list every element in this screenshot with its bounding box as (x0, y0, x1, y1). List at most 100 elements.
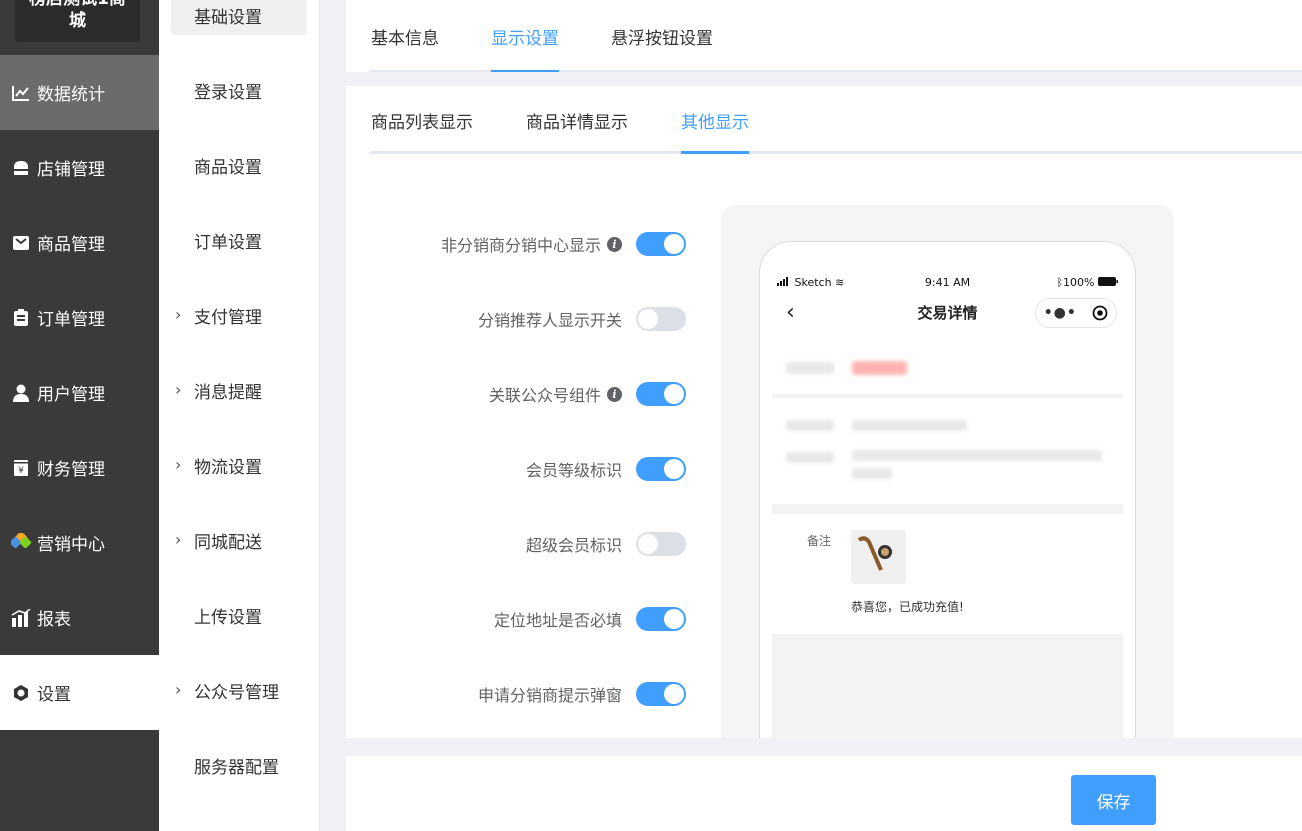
subnav-item-local-delivery[interactable]: › 同城配送 (171, 520, 307, 560)
distributor-popup-toggle[interactable] (636, 682, 686, 706)
sidebar-item-settings[interactable]: 设置 (0, 655, 159, 730)
close-circle-icon[interactable] (1092, 305, 1108, 321)
info-icon[interactable]: i (607, 386, 622, 402)
tab-floating-button[interactable]: 悬浮按钮设置 (611, 0, 713, 72)
subnav-item-label: 消息提醒 (194, 382, 262, 403)
sidebar-item-label: 数据统计 (37, 85, 105, 105)
tab-basic-info[interactable]: 基本信息 (371, 0, 439, 72)
chevron-right-icon: › (175, 530, 182, 549)
user-icon (11, 383, 31, 403)
subtab-goods-detail[interactable]: 商品详情显示 (526, 86, 628, 154)
blurred-text (786, 420, 834, 431)
store-icon (11, 158, 31, 178)
finance-icon: ¥ (11, 458, 31, 478)
report-icon (11, 608, 31, 628)
sidebar-item-label: 财务管理 (37, 460, 105, 480)
subnav-item-goods[interactable]: 商品设置 (171, 145, 307, 185)
subnav-item-upload[interactable]: 上传设置 (171, 595, 307, 635)
settings-subnav: 基础设置 登录设置 商品设置 订单设置 › 支付管理 › 消息提醒 › 物流设置… (159, 0, 320, 831)
info-icon[interactable]: i (607, 236, 622, 252)
setting-label: 关联公众号组件 i (489, 382, 622, 406)
setting-row: 定位地址是否必填 (346, 604, 686, 634)
order-icon (11, 308, 31, 328)
blurred-text (852, 468, 892, 479)
section-divider (772, 504, 1123, 514)
subnav-item-official-account[interactable]: › 公众号管理 (171, 670, 307, 710)
note-image (851, 530, 906, 584)
subnav-item-label: 物流设置 (194, 457, 262, 478)
setting-label: 会员等级标识 (525, 461, 622, 480)
battery-percent: 100% (1063, 276, 1095, 289)
subnav-item-label: 同城配送 (194, 532, 262, 553)
sidebar-item-stats[interactable]: 数据统计 (0, 55, 159, 130)
chevron-right-icon: › (175, 305, 182, 324)
sidebar-item-label: 报表 (37, 610, 71, 630)
brand-logo[interactable]: 榜店测试1商 城 (15, 0, 140, 42)
subnav-item-label: 登录设置 (194, 82, 262, 103)
setting-row: 申请分销商提示弹窗 (346, 679, 686, 709)
display-settings-card: 商品列表显示 商品详情显示 其他显示 非分销商分销中心显示 i 分销推荐人显示开关… (346, 86, 1302, 738)
note-label: 备注 (807, 534, 832, 548)
goods-icon (11, 233, 31, 253)
setting-label: 超级会员标识 (525, 536, 622, 555)
subnav-item-label: 商品设置 (194, 157, 262, 178)
subnav-item-label: 基础设置 (194, 7, 262, 28)
subnav-item-label: 服务器配置 (194, 757, 279, 778)
mini-program-capsule[interactable]: •●• (1035, 298, 1117, 328)
section-divider (772, 394, 1123, 398)
setting-row: 关联公众号组件 i (346, 379, 686, 409)
chevron-right-icon: › (175, 455, 182, 474)
phone-preview-panel: Sketch ≋ 9:41 AM ᛒ100% ‹ 交易详情 •●• 备注 恭喜您… (721, 205, 1174, 738)
battery-icon (1098, 277, 1118, 286)
more-icon[interactable]: •●• (1044, 305, 1077, 321)
blurred-text (786, 452, 834, 463)
subnav-item-payment[interactable]: › 支付管理 (171, 295, 307, 335)
brand-name-line2: 城 (69, 11, 86, 31)
referrer-display-toggle[interactable] (636, 307, 686, 331)
sidebar-item-label: 用户管理 (37, 385, 105, 405)
setting-row: 超级会员标识 (346, 529, 686, 559)
subnav-item-server[interactable]: 服务器配置 (171, 745, 307, 785)
sidebar-item-marketing[interactable]: 营销中心 (0, 505, 159, 580)
sidebar-item-label: 订单管理 (37, 310, 105, 330)
distribution-center-toggle[interactable] (636, 232, 686, 256)
subtab-goods-list[interactable]: 商品列表显示 (371, 86, 473, 154)
save-bar: 保存 (346, 756, 1302, 831)
tab-display-settings[interactable]: 显示设置 (491, 0, 559, 72)
super-member-badge-toggle[interactable] (636, 532, 686, 556)
setting-row: 非分销商分销中心显示 i (346, 229, 686, 259)
sidebar-item-users[interactable]: 用户管理 (0, 355, 159, 430)
subnav-item-order[interactable]: 订单设置 (171, 220, 307, 260)
blurred-text (786, 362, 834, 374)
sidebar-item-label: 店铺管理 (37, 160, 105, 180)
setting-label: 申请分销商提示弹窗 (477, 686, 622, 705)
subnav-item-basic[interactable]: 基础设置 (171, 0, 307, 35)
sidebar-item-label: 商品管理 (37, 235, 105, 255)
sidebar-item-store[interactable]: 店铺管理 (0, 130, 159, 205)
blurred-text (852, 361, 907, 375)
save-button[interactable]: 保存 (1071, 775, 1156, 825)
subnav-item-login[interactable]: 登录设置 (171, 70, 307, 110)
subnav-item-label: 上传设置 (194, 607, 262, 628)
phone-mockup: Sketch ≋ 9:41 AM ᛒ100% ‹ 交易详情 •●• 备注 恭喜您… (759, 241, 1136, 738)
official-account-component-toggle[interactable] (636, 382, 686, 406)
location-required-toggle[interactable] (636, 607, 686, 631)
top-tabs-card: 基本信息 显示设置 悬浮按钮设置 (346, 0, 1302, 72)
marketing-icon (11, 532, 31, 553)
phone-status-bar: Sketch ≋ 9:41 AM ᛒ100% (777, 276, 1118, 290)
member-level-badge-toggle[interactable] (636, 457, 686, 481)
subtabs-divider (370, 151, 1302, 154)
sidebar-item-finance[interactable]: ¥ 财务管理 (0, 430, 159, 505)
chart-icon (11, 83, 31, 103)
content-placeholder (772, 634, 1123, 738)
subnav-item-message[interactable]: › 消息提醒 (171, 370, 307, 410)
sidebar-item-report[interactable]: 报表 (0, 580, 159, 655)
sidebar-item-goods[interactable]: 商品管理 (0, 205, 159, 280)
sidebar-item-orders[interactable]: 订单管理 (0, 280, 159, 355)
sidebar-item-label: 营销中心 (37, 535, 105, 555)
subnav-item-label: 订单设置 (194, 232, 262, 253)
blurred-text (852, 450, 1102, 461)
settings-icon (11, 683, 31, 703)
subnav-item-logistics[interactable]: › 物流设置 (171, 445, 307, 485)
subtab-other-display[interactable]: 其他显示 (681, 86, 749, 154)
